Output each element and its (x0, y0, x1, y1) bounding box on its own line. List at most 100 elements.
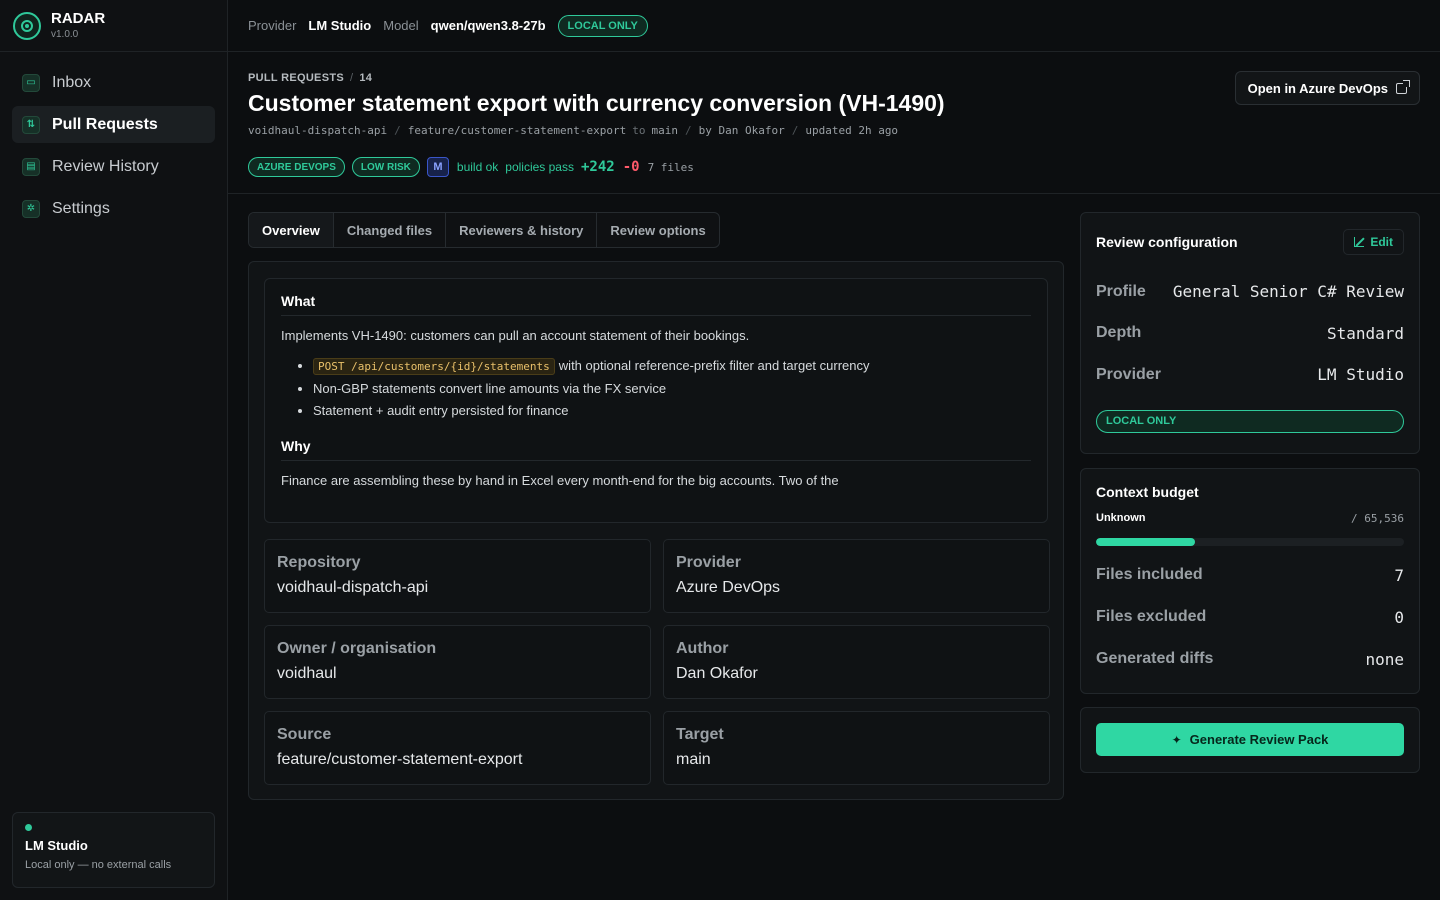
tab-review-options[interactable]: Review options (597, 213, 718, 247)
status-dot-icon (25, 824, 32, 831)
merge-status-badge: M (426, 157, 449, 177)
breadcrumb-pull-requests[interactable]: PULL REQUESTS (248, 72, 344, 84)
budget-value: 0 (1394, 607, 1404, 627)
budget-key: Files included (1096, 566, 1203, 583)
provider-status-card: LM Studio Local only — no external calls (12, 812, 215, 888)
risk-badge: LOW RISK (351, 157, 420, 177)
detail-author: Author Dan Okafor (663, 625, 1050, 699)
sidebar-item-settings[interactable]: ✲ Settings (12, 190, 215, 227)
budget-usage-row: Unknown / 65,536 (1096, 512, 1404, 525)
detail-owner: Owner / organisation voidhaul (264, 625, 651, 699)
sidebar-item-label: Review History (52, 157, 159, 175)
pencil-icon (1354, 237, 1365, 247)
detail-value: main (676, 751, 711, 768)
sidebar-item-inbox[interactable]: ▭ Inbox (12, 64, 215, 101)
detail-key: Repository (277, 554, 361, 571)
config-value: General Senior C# Review (1172, 282, 1404, 302)
what-heading: What (281, 293, 1031, 316)
detail-key: Target (676, 726, 724, 743)
what-list: POST /api/customers/{id}/statementswith … (313, 355, 1031, 422)
files-count: 7 files (647, 160, 694, 174)
budget-value: none (1365, 649, 1404, 669)
config-key: Profile (1096, 282, 1146, 300)
detail-key: Source (277, 726, 332, 743)
budget-key: Files excluded (1096, 608, 1207, 625)
status-provider-note: Local only — no external calls (25, 859, 172, 871)
edit-config-button[interactable]: Edit (1343, 229, 1404, 255)
review-config-title: Review configuration (1096, 234, 1238, 250)
detail-key: Owner / organisation (277, 640, 437, 657)
detail-source: Source feature/customer-statement-export (264, 711, 651, 785)
inbox-icon: ▭ (22, 73, 40, 92)
provider-value: LM Studio (308, 18, 372, 33)
generate-panel: ✦ Generate Review Pack (1080, 707, 1420, 773)
config-depth-row: Depth Standard (1096, 313, 1404, 355)
context-budget-panel: Context budget Unknown / 65,536 Files in… (1080, 468, 1420, 694)
generated-diffs-row: Generated diffs none (1096, 638, 1404, 680)
policy-status: policies pass (505, 160, 574, 174)
generate-label: Generate Review Pack (1189, 732, 1329, 747)
overview-panel: What Implements VH-1490: customers can p… (248, 261, 1064, 800)
pr-updated: updated 2h ago (805, 124, 899, 137)
sidebar-item-label: Settings (52, 199, 110, 217)
local-only-badge: LOCAL ONLY (1096, 409, 1404, 433)
brand[interactable]: RADAR v1.0.0 (0, 0, 227, 52)
pr-description[interactable]: What Implements VH-1490: customers can p… (264, 278, 1048, 523)
what-text: Implements VH-1490: customers can pull a… (281, 328, 750, 343)
breadcrumb-pr-number: 14 (359, 72, 373, 84)
app-version: v1.0.0 (51, 28, 79, 40)
detail-value: Dan Okafor (676, 665, 758, 682)
pr-target-branch: main (651, 124, 679, 137)
status-provider-name: LM Studio (25, 838, 88, 853)
provider-label: Provider (248, 18, 297, 33)
sidebar: RADAR v1.0.0 ▭ Inbox ⇅ Pull Requests ▤ R… (0, 0, 228, 900)
radar-logo-icon (13, 11, 41, 40)
pr-repo: voidhaul-dispatch-api (248, 124, 388, 137)
local-only-badge: LOCAL ONLY (557, 14, 648, 37)
budget-progress-fill (1096, 538, 1195, 546)
files-included-row: Files included 7 (1096, 554, 1404, 596)
list-item: Non-GBP statements convert line amounts … (313, 378, 1031, 400)
list-item-text: with optional reference-prefix filter an… (558, 358, 870, 373)
pr-header: PULL REQUESTS/14 Customer statement expo… (228, 52, 1440, 194)
pr-details-grid: Repository voidhaul-dispatch-api Provide… (264, 539, 1050, 785)
open-in-azure-devops-button[interactable]: Open in Azure DevOps (1234, 71, 1420, 105)
config-value: Standard (1326, 323, 1404, 343)
budget-key: Generated diffs (1096, 650, 1214, 667)
external-link-icon (1396, 79, 1410, 94)
pr-author: by Dan Okafor (698, 124, 785, 137)
pr-meta: voidhaul-dispatch-api / feature/customer-s… (248, 124, 899, 137)
detail-target: Target main (663, 711, 1050, 785)
edit-label: Edit (1370, 235, 1393, 249)
deletions-count: -0 (622, 159, 640, 175)
pr-source-branch: feature/customer-statement-export (407, 124, 627, 137)
review-configuration-panel: Review configuration Edit Profile Genera… (1080, 212, 1420, 454)
budget-limit: / 65,536 (1351, 512, 1404, 525)
detail-value: Azure DevOps (676, 579, 781, 596)
tab-reviewers-history[interactable]: Reviewers & history (446, 213, 598, 247)
sidebar-item-review-history[interactable]: ▤ Review History (12, 148, 215, 185)
detail-value: voidhaul (277, 665, 337, 682)
list-item: Statement + audit entry persisted for fi… (313, 400, 1031, 422)
sidebar-item-label: Inbox (52, 73, 92, 91)
pr-tabs: Overview Changed files Reviewers & histo… (248, 212, 720, 248)
tab-overview[interactable]: Overview (249, 213, 334, 247)
config-provider-row: Provider LM Studio (1096, 354, 1404, 396)
detail-value: voidhaul-dispatch-api (277, 579, 429, 596)
pr-badges: AZURE DEVOPS LOW RISK M build ok policie… (248, 157, 1420, 177)
model-value: qwen/qwen3.8-27b (430, 18, 546, 33)
sparkle-icon: ✦ (1171, 732, 1182, 747)
generate-review-pack-button[interactable]: ✦ Generate Review Pack (1096, 723, 1404, 756)
config-key: Provider (1096, 365, 1161, 383)
tab-changed-files[interactable]: Changed files (334, 213, 447, 247)
endpoint-code: POST /api/customers/{id}/statements (313, 358, 555, 375)
model-label: Model (383, 18, 419, 33)
detail-key: Provider (676, 554, 741, 571)
pr-to: to (632, 124, 646, 137)
budget-progress-bar (1096, 538, 1404, 546)
sidebar-item-label: Pull Requests (52, 115, 158, 133)
detail-provider: Provider Azure DevOps (663, 539, 1050, 613)
sidebar-item-pull-requests[interactable]: ⇅ Pull Requests (12, 106, 215, 143)
pull-request-icon: ⇅ (22, 115, 40, 134)
detail-key: Author (676, 640, 729, 657)
